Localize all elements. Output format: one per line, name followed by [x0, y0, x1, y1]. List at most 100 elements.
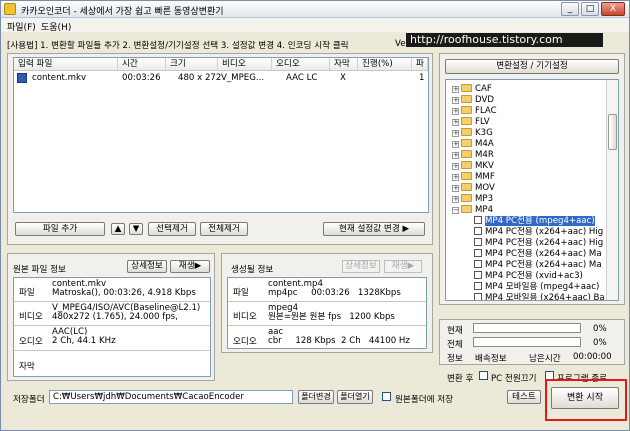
tree-folder-item[interactable]: + M4R	[452, 150, 494, 161]
col-input-file[interactable]: 입력 파일	[14, 58, 118, 71]
out-file-label: 파일	[233, 288, 249, 298]
save-in-source-checkbox[interactable]	[382, 392, 391, 401]
tree-preset-item[interactable]: MP4 PC전용 (xvid+ac3)	[474, 271, 583, 282]
output-play-button[interactable]: 재생▶	[384, 260, 422, 273]
folder-icon	[461, 139, 472, 147]
expand-icon[interactable]: +	[452, 152, 459, 159]
preset-icon	[474, 282, 482, 290]
file-table[interactable]: 입력 파일 시간 크기 비디오 오디오 자막 진행(%) 파 content.m…	[13, 57, 429, 213]
expand-icon[interactable]: +	[452, 163, 459, 170]
instructions-text: [사용법] 1. 변환할 파일들 추가 2. 변환설정/기기설정 선택 3. 설…	[7, 41, 349, 51]
tree-item-label: FLV	[475, 117, 490, 127]
tree-folder-item[interactable]: + MOV	[452, 183, 495, 194]
folder-icon	[461, 106, 472, 114]
highlight-box	[545, 379, 627, 421]
tree-folder-item[interactable]: − MP4	[452, 205, 493, 216]
cell-size: 480 x 272	[178, 73, 222, 83]
output-folder-label: 저장폴더	[13, 395, 45, 405]
tree-folder-item[interactable]: + CAF	[452, 84, 492, 95]
settings-tree[interactable]: + CAF + DVD + FLAC + FLV + K3G + M4A + M4R + MKV + MMF + MO…	[445, 79, 619, 301]
tree-folder-item[interactable]: + MP3	[452, 194, 493, 205]
cell-subtitle: X	[340, 73, 346, 83]
move-up-button[interactable]: ▲	[111, 223, 125, 235]
pc-off-checkbox[interactable]	[479, 371, 488, 380]
tree-preset-item[interactable]: MP4 PC전용 (x264+aac) Hig	[474, 227, 603, 238]
output-detail-button[interactable]: 상세정보	[342, 260, 380, 273]
folder-icon	[461, 183, 472, 191]
collapse-icon[interactable]: −	[452, 207, 459, 214]
settings-title-button[interactable]: 변환설정 / 기기설정	[445, 59, 619, 74]
expand-icon[interactable]: +	[452, 196, 459, 203]
output-info-grid: 파일 content.mp4 mp4pc 00:03:26 1328Kbps 비…	[227, 277, 427, 349]
tree-item-label: K3G	[475, 128, 493, 138]
expand-icon[interactable]: +	[452, 174, 459, 181]
tree-folder-item[interactable]: + DVD	[452, 95, 494, 106]
add-file-button[interactable]: 파일 추가	[15, 222, 105, 236]
output-folder-path: C:₩Users₩jdh₩Documents₩CacaoEncoder	[53, 392, 244, 402]
col-video[interactable]: 비디오	[218, 58, 272, 71]
out-audio-label: 오디오	[233, 337, 257, 347]
app-icon	[4, 3, 16, 15]
col-audio[interactable]: 오디오	[272, 58, 330, 71]
total-progress-value: 0%	[593, 338, 607, 348]
source-play-button[interactable]: 재생▶	[170, 260, 210, 273]
expand-icon[interactable]: +	[452, 97, 459, 104]
tree-item-label: M4R	[475, 150, 494, 160]
tree-folder-item[interactable]: + FLAC	[452, 106, 497, 117]
tree-folder-item[interactable]: + MMF	[452, 172, 495, 183]
output-folder-field[interactable]: C:₩Users₩jdh₩Documents₩CacaoEncoder	[49, 390, 293, 404]
col-progress[interactable]: 진행(%)	[358, 58, 412, 71]
tree-item-label: MP4 PC전용 (x264+aac) Ma	[485, 260, 602, 270]
close-button[interactable]: X	[601, 2, 625, 16]
divider	[228, 325, 426, 326]
divider	[14, 301, 210, 302]
tree-folder-item[interactable]: + FLV	[452, 117, 490, 128]
menu-file[interactable]: 파일(F)	[7, 20, 36, 33]
col-subtitle[interactable]: 자막	[330, 58, 358, 71]
tree-scrollbar[interactable]	[606, 80, 618, 300]
col-time[interactable]: 시간	[118, 58, 166, 71]
tree-preset-item[interactable]: MP4 모바일용 (mpeg4+aac)	[474, 282, 599, 293]
preset-icon	[474, 271, 482, 279]
tree-folder-item[interactable]: + K3G	[452, 128, 493, 139]
tree-preset-item[interactable]: MP4 PC전용 (mpeg4+aac)	[474, 216, 595, 227]
expand-icon[interactable]: +	[452, 141, 459, 148]
source-info-grid: 파일 content.mkv Matroska(), 00:03:26, 4.9…	[13, 277, 211, 377]
folder-icon	[461, 172, 472, 180]
table-row[interactable]: content.mkv 00:03:26 480 x 272 V_MPEG...…	[14, 72, 428, 84]
tree-preset-item[interactable]: MP4 PC전용 (x264+aac) Hig	[474, 238, 603, 249]
preset-icon	[474, 238, 482, 246]
col-extra[interactable]: 파	[412, 58, 428, 71]
current-progress-label: 현재	[447, 326, 463, 336]
maximize-button[interactable]: □	[581, 2, 599, 16]
remove-all-button[interactable]: 전체제거	[200, 222, 248, 236]
expand-icon[interactable]: +	[452, 130, 459, 137]
expand-icon[interactable]: +	[452, 86, 459, 93]
minimize-button[interactable]: _	[561, 2, 579, 16]
current-settings-button[interactable]: 현재 설정값 변경 ▶	[323, 222, 425, 236]
change-folder-button[interactable]: 폴더변경	[298, 390, 334, 404]
tree-preset-item[interactable]: MP4 PC전용 (x264+aac) Ma	[474, 249, 602, 260]
expand-icon[interactable]: +	[452, 119, 459, 126]
current-progress-bar	[473, 323, 581, 333]
remove-selected-button[interactable]: 선택제거	[148, 222, 196, 236]
move-down-button[interactable]: ▼	[129, 223, 143, 235]
preset-icon	[474, 293, 482, 300]
tree-folder-item[interactable]: + MKV	[452, 161, 494, 172]
col-size[interactable]: 크기	[166, 58, 218, 71]
tree-folder-item[interactable]: + M4A	[452, 139, 494, 150]
expand-icon[interactable]: +	[452, 185, 459, 192]
tree-item-label: MP4 PC전용 (xvid+ac3)	[485, 271, 583, 281]
scroll-thumb[interactable]	[608, 114, 617, 150]
tree-item-label: MP3	[475, 194, 494, 204]
menu-help[interactable]: 도움(H)	[41, 20, 71, 33]
tree-preset-item[interactable]: MP4 PC전용 (x264+aac) Ma	[474, 260, 602, 271]
src-file-value: content.mkv Matroska(), 00:03:26, 4.918 …	[52, 279, 196, 298]
out-audio-value: aac cbr 128 Kbps 2 Ch 44100 Hz	[268, 327, 410, 346]
expand-icon[interactable]: +	[452, 108, 459, 115]
test-button[interactable]: 테스트	[507, 390, 541, 404]
source-detail-button[interactable]: 상세정보	[127, 260, 167, 273]
cell-extra: 1	[419, 73, 425, 83]
tree-preset-item[interactable]: MP4 모바일용 (x264+aac) Ba	[474, 293, 605, 300]
open-folder-button[interactable]: 폴더열기	[337, 390, 373, 404]
